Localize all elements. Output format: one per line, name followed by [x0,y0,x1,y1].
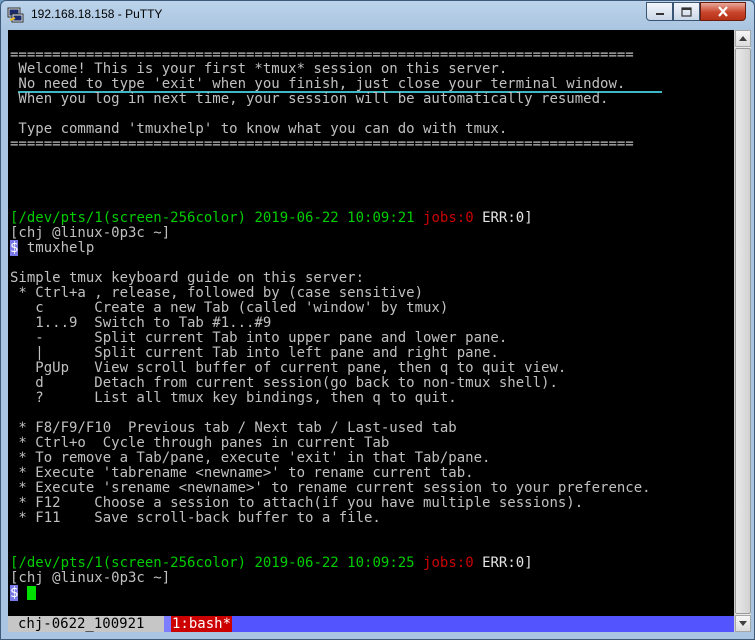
prompt-status-line-1: [/dev/pts/1(screen-256color) 2019-06-22 … [10,211,533,226]
tty-label: /dev/pts/1(screen-256color) [18,555,247,571]
text-cursor [26,586,36,600]
bracket-close: ] [524,555,533,571]
help-line: * F12 Choose a session to attach(if you … [10,495,584,511]
bracket-close: ] [524,210,533,226]
banner-line-4: Type command 'tmuxhelp' to know what you… [10,121,508,137]
tty-label: /dev/pts/1(screen-256color) [18,210,247,226]
prompt-userhost-2: [chj @linux-0p3c ~] [10,570,171,586]
title-bar[interactable]: 192.168.18.158 - PuTTY [1,1,754,29]
scrollbar-thumb[interactable] [735,48,751,614]
help-line: ? List all tmux key bindings, then q to … [10,390,457,406]
banner-line-1: Welcome! This is your first *tmux* sessi… [10,61,508,77]
terminal-area[interactable]: ========================================… [8,30,734,632]
status-separator [164,616,171,632]
scroll-up-button[interactable] [735,30,751,47]
help-line: | Split current Tab into left pane and r… [10,345,499,361]
help-line: * Ctrl+o Cycle through panes in current … [10,435,390,451]
help-line: * Execute 'srename <newname>' to rename … [10,480,651,496]
scroll-down-button[interactable] [735,615,751,632]
prompt-dollar: $ [10,585,19,601]
err-label: ERR:0 [482,210,525,226]
minimize-icon [655,12,664,15]
arrow-down-icon [739,621,747,626]
maximize-icon [681,6,692,17]
close-button[interactable] [700,2,746,21]
prompt-userhost-1: [chj @linux-0p3c ~] [10,225,171,241]
help-line: - Split current Tab into upper pane and … [10,330,508,346]
tmux-window-tab-active[interactable]: 1:bash* [171,616,233,632]
command-text: tmuxhelp [18,240,95,256]
help-line: c Create a new Tab (called 'window' by t… [10,300,449,316]
putty-icon[interactable] [7,6,24,23]
help-line: d Detach from current session(go back to… [10,375,558,391]
jobs-label: jobs:0 [423,210,474,226]
banner-line-2: No need to type 'exit' when you finish, … [10,76,626,92]
datetime-label: 2019-06-22 10:09:25 [254,555,415,571]
help-line: * To remove a Tab/pane, execute 'exit' i… [10,450,491,466]
help-line: * F11 Save scroll-back buffer to a file. [10,510,381,526]
banner-line-3: When you log in next time, your session … [10,91,609,107]
datetime-label: 2019-06-22 10:09:21 [254,210,415,226]
banner-rule-bottom: ========================================… [10,136,634,152]
prompt-status-line-2: [/dev/pts/1(screen-256color) 2019-06-22 … [10,556,533,571]
help-heading: Simple tmux keyboard guide on this serve… [10,270,365,286]
help-line: PgUp View scroll buffer of current pane,… [10,360,567,376]
command-line-2[interactable]: $ [10,585,36,601]
help-line: * Execute 'tabrename <newname>' to renam… [10,465,474,481]
vertical-scrollbar[interactable] [734,30,751,632]
help-line: 1...9 Switch to Tab #1...#9 [10,315,272,331]
window-title: 192.168.18.158 - PuTTY [31,7,163,21]
jobs-label: jobs:0 [423,555,474,571]
close-icon [718,6,728,17]
tmux-session-name: chj-0622_100921 [8,616,164,632]
putty-window: 192.168.18.158 - PuTTY =================… [0,0,755,640]
minimize-button[interactable] [646,2,673,21]
maximize-button[interactable] [673,2,700,21]
help-line: * F8/F9/F10 Previous tab / Next tab / La… [10,420,457,436]
command-line-1: $ tmuxhelp [10,240,95,256]
tmux-status-bar: chj-0622_100921 1:bash* [8,616,734,632]
help-line: * Ctrl+a , release, followed by (case se… [10,285,424,301]
arrow-up-icon [739,36,747,41]
err-label: ERR:0 [482,555,525,571]
